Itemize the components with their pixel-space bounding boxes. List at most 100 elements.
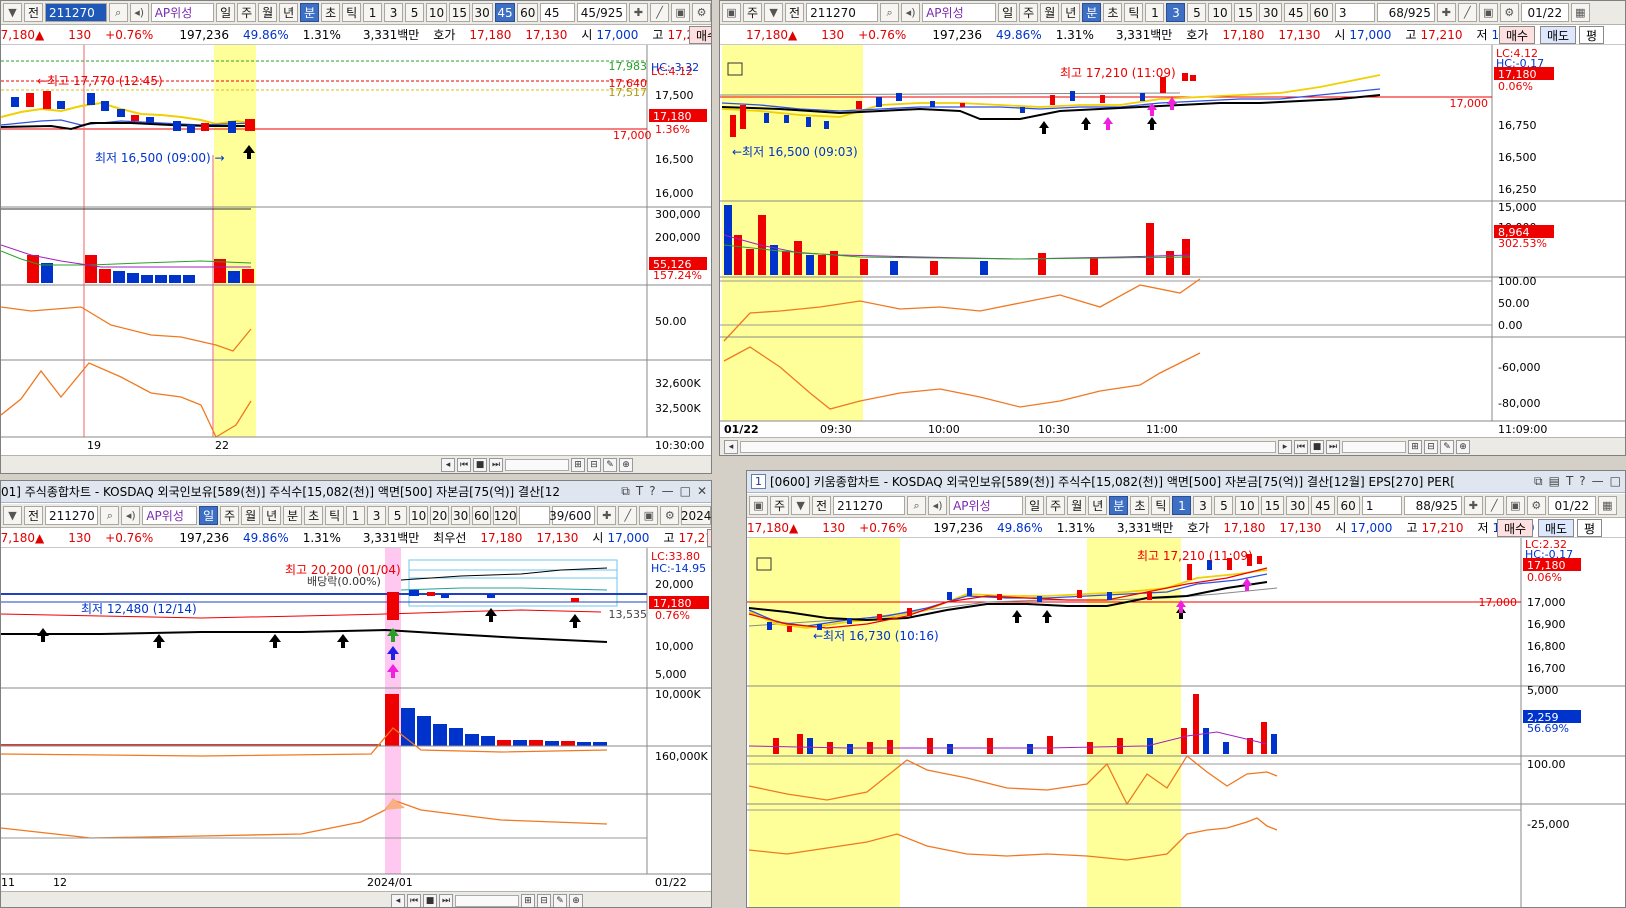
period-year[interactable]: 년: [262, 506, 282, 525]
tool-icon-2[interactable]: ⊟: [537, 893, 551, 907]
speaker-icon[interactable]: ◂): [121, 506, 141, 525]
maximize-icon[interactable]: □: [1610, 474, 1621, 489]
restore-icon[interactable]: ⧉: [621, 484, 630, 499]
step-1[interactable]: 1: [1172, 496, 1192, 515]
dropdown-arrow-icon[interactable]: ▼: [3, 506, 22, 525]
period-year[interactable]: 년: [279, 3, 299, 22]
stop-icon[interactable]: ■: [1310, 439, 1324, 454]
period-minute[interactable]: 분: [283, 506, 303, 525]
zoom-slider[interactable]: [1342, 440, 1406, 453]
sell-button[interactable]: 매도: [1538, 519, 1575, 537]
zoom-slider[interactable]: [455, 894, 519, 907]
period-day[interactable]: 일: [199, 506, 219, 525]
tool-icon-4[interactable]: ⊕: [569, 893, 583, 907]
stop-icon[interactable]: ■: [423, 893, 437, 907]
save-icon[interactable]: ▣: [1478, 3, 1498, 22]
scroll-track[interactable]: [740, 440, 1276, 453]
gear-icon[interactable]: ⚙: [1526, 496, 1546, 515]
last-icon[interactable]: ⏭: [439, 893, 453, 907]
step-20[interactable]: 20: [430, 506, 450, 525]
calendar-icon[interactable]: ▦: [1570, 3, 1590, 22]
pin-icon[interactable]: T: [636, 484, 643, 499]
buy-button[interactable]: 매수: [1497, 519, 1534, 537]
scroll-left-icon[interactable]: ◂: [441, 457, 455, 472]
scroll-left-icon[interactable]: ◂: [724, 439, 738, 454]
dropdown-arrow-icon[interactable]: ▼: [3, 3, 22, 22]
save-icon[interactable]: ▣: [671, 3, 691, 22]
period-month[interactable]: 월: [1067, 496, 1087, 515]
step-10[interactable]: 10: [1208, 3, 1232, 22]
tool-icon-3[interactable]: ✎: [603, 457, 617, 472]
indicator-select[interactable]: AP위성: [142, 506, 198, 525]
help-icon[interactable]: ?: [1579, 474, 1585, 489]
layout-icon[interactable]: ▣: [722, 3, 741, 22]
period-tick[interactable]: 틱: [325, 506, 345, 525]
minimize-icon[interactable]: —: [662, 484, 674, 499]
maximize-icon[interactable]: □: [680, 484, 691, 499]
period-second[interactable]: 초: [1103, 3, 1123, 22]
period-minute[interactable]: 분: [1082, 3, 1102, 22]
step-3[interactable]: 3: [384, 3, 404, 22]
all-button[interactable]: 전: [24, 506, 43, 525]
indicator-select[interactable]: AP위성: [150, 3, 215, 22]
step-15[interactable]: 15: [448, 3, 470, 22]
period-minute[interactable]: 분: [1109, 496, 1129, 515]
save-icon[interactable]: ▣: [1505, 496, 1525, 515]
step-60[interactable]: 60: [472, 506, 492, 525]
draw-tool-icon[interactable]: ╱: [1457, 3, 1477, 22]
speaker-icon[interactable]: ◂): [129, 3, 149, 22]
last-icon[interactable]: ⏭: [489, 457, 503, 472]
all-button[interactable]: 전: [812, 496, 832, 515]
flat-button[interactable]: 평: [1579, 26, 1605, 44]
stock-code-input[interactable]: 211270: [45, 3, 107, 22]
zoom-slider[interactable]: [505, 458, 569, 471]
interval-input[interactable]: 1: [1361, 496, 1402, 515]
step-5[interactable]: 5: [1187, 3, 1207, 22]
chart-scrollbar[interactable]: ◂ ⏮ ■ ⏭ ⊞ ⊟ ✎ ⊕: [1, 891, 711, 907]
period-week[interactable]: 주: [237, 3, 257, 22]
step-5[interactable]: 5: [1214, 496, 1234, 515]
minimize-icon[interactable]: —: [1592, 474, 1604, 489]
price-chart[interactable]: 최고 17,210 (11:09) ←최저 16,500 (09:03) LC:…: [720, 45, 1626, 437]
tool-icon-3[interactable]: ✎: [1440, 439, 1454, 454]
period-second[interactable]: 초: [321, 3, 341, 22]
chart-scrollbar[interactable]: ◂ ▸ ⏮ ■ ⏭ ⊞ ⊟ ✎ ⊕: [720, 437, 1625, 455]
step-30[interactable]: 30: [451, 506, 471, 525]
step-60[interactable]: 60: [517, 3, 539, 22]
gear-icon[interactable]: ⚙: [692, 3, 711, 22]
period-second[interactable]: 초: [304, 506, 324, 525]
crosshair-icon[interactable]: ✚: [1436, 3, 1456, 22]
interval-input[interactable]: 45: [540, 3, 576, 22]
help-icon[interactable]: ?: [649, 484, 655, 499]
all-button[interactable]: 전: [785, 3, 805, 22]
speaker-icon[interactable]: ◂): [928, 496, 948, 515]
dropdown-arrow-icon[interactable]: ▼: [764, 3, 784, 22]
step-1[interactable]: 1: [346, 506, 366, 525]
sell-button[interactable]: 매도: [1540, 26, 1577, 44]
last-icon[interactable]: ⏭: [1326, 439, 1340, 454]
stock-code-input[interactable]: 211270: [833, 496, 906, 515]
gear-icon[interactable]: ⚙: [1499, 3, 1519, 22]
draw-tool-icon[interactable]: ╱: [650, 3, 670, 22]
step-15[interactable]: 15: [1260, 496, 1284, 515]
stock-code-input[interactable]: 211270: [45, 506, 99, 525]
step-45[interactable]: 45: [1284, 3, 1308, 22]
chart-scrollbar[interactable]: ◂ ⏮ ■ ⏭ ⊞ ⊟ ✎ ⊕: [1, 455, 711, 473]
period-week[interactable]: 주: [1019, 3, 1039, 22]
step-10[interactable]: 10: [426, 3, 447, 22]
price-chart[interactable]: ←최고 17,770 (12:45) 최저 16,500 (09:00) → L…: [1, 45, 712, 455]
step-5[interactable]: 5: [388, 506, 408, 525]
tool-icon-2[interactable]: ⊟: [1424, 439, 1438, 454]
interval-input[interactable]: [519, 506, 550, 525]
step-60[interactable]: 60: [1336, 496, 1360, 515]
all-button[interactable]: 전: [24, 3, 43, 22]
interval-input[interactable]: 3: [1334, 3, 1375, 22]
period-tick[interactable]: 틱: [1151, 496, 1171, 515]
draw-tool-icon[interactable]: ╱: [618, 506, 638, 525]
step-45[interactable]: 45: [1311, 496, 1335, 515]
step-3[interactable]: 3: [367, 506, 387, 525]
period-day[interactable]: 일: [1025, 496, 1045, 515]
tool-icon-4[interactable]: ⊕: [1456, 439, 1470, 454]
step-15[interactable]: 15: [1233, 3, 1257, 22]
step-30[interactable]: 30: [1285, 496, 1310, 515]
